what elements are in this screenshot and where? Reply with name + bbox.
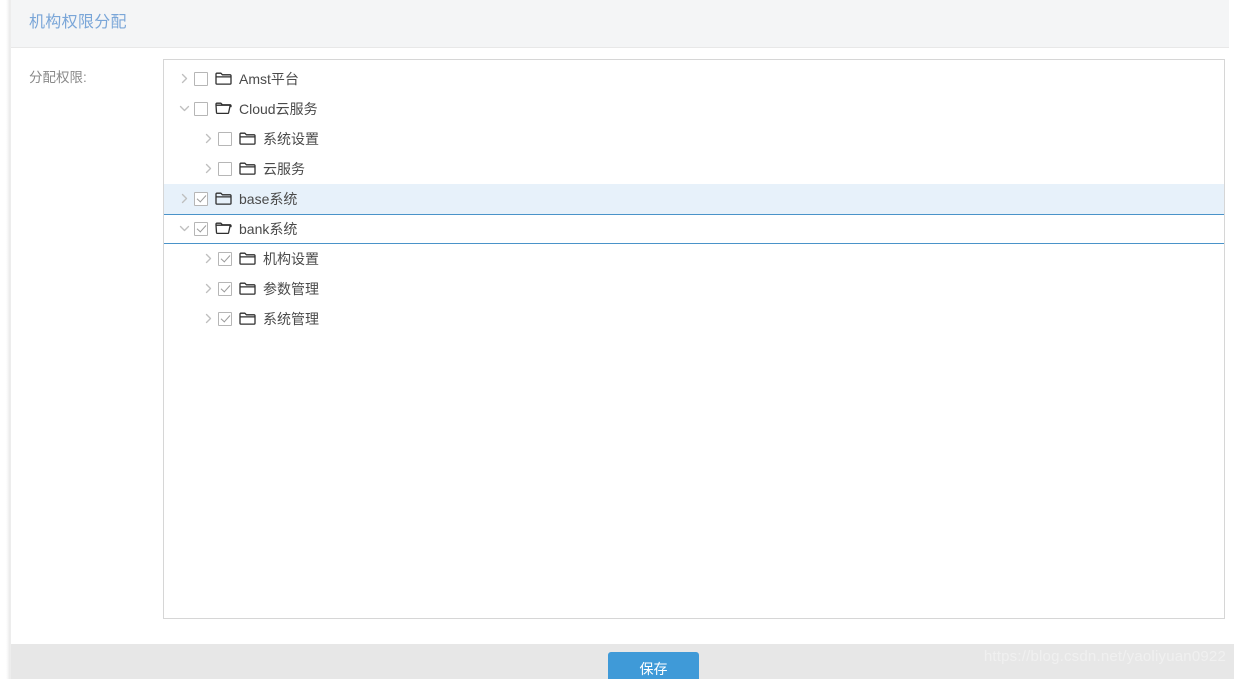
tree-node[interactable]: 机构设置 bbox=[163, 244, 1225, 274]
folder-closed-icon bbox=[239, 251, 257, 267]
tree-node-checkbox[interactable] bbox=[194, 192, 208, 206]
tree-node[interactable]: 系统设置 bbox=[163, 124, 1225, 154]
tree-node-label: bank系统 bbox=[239, 219, 297, 239]
page-title: 机构权限分配 bbox=[29, 12, 127, 34]
page-header: 机构权限分配 bbox=[11, 0, 1229, 48]
tree-node-checkbox[interactable] bbox=[194, 222, 208, 236]
folder-closed-icon bbox=[239, 281, 257, 297]
tree-node-label: 云服务 bbox=[263, 159, 305, 179]
folder-open-icon bbox=[215, 221, 233, 237]
chevron-right-icon[interactable] bbox=[200, 276, 217, 302]
tree-node[interactable]: Cloud云服务 bbox=[163, 94, 1225, 124]
chevron-right-icon[interactable] bbox=[176, 186, 193, 212]
folder-open-icon bbox=[215, 101, 233, 117]
folder-closed-icon bbox=[215, 191, 233, 207]
tree-node-checkbox[interactable] bbox=[218, 132, 232, 146]
tree-node-label: 参数管理 bbox=[263, 279, 319, 299]
chevron-right-icon[interactable] bbox=[200, 306, 217, 332]
chevron-down-icon[interactable] bbox=[176, 216, 193, 242]
tree-node[interactable]: bank系统 bbox=[163, 214, 1225, 244]
tree-node-label: Amst平台 bbox=[239, 69, 299, 89]
folder-closed-icon bbox=[215, 71, 233, 87]
save-button[interactable]: 保存 bbox=[608, 652, 699, 679]
tree-node-checkbox[interactable] bbox=[194, 72, 208, 86]
tree-node-checkbox[interactable] bbox=[218, 252, 232, 266]
chevron-down-icon[interactable] bbox=[176, 96, 193, 122]
tree-node-checkbox[interactable] bbox=[194, 102, 208, 116]
tree-node[interactable]: base系统 bbox=[163, 184, 1225, 214]
folder-closed-icon bbox=[239, 311, 257, 327]
tree-node-label: base系统 bbox=[239, 189, 297, 209]
permissions-label: 分配权限: bbox=[29, 66, 87, 86]
app-root: 机构权限分配 分配权限: Amst平台 Cloud云服务系统设置云服务 base系统… bbox=[0, 0, 1234, 679]
folder-closed-icon bbox=[239, 161, 257, 177]
folder-closed-icon bbox=[239, 131, 257, 147]
chevron-right-icon[interactable] bbox=[200, 246, 217, 272]
tree-node-label: 系统设置 bbox=[263, 129, 319, 149]
tree-node-label: Cloud云服务 bbox=[239, 99, 318, 119]
tree-node-label: 机构设置 bbox=[263, 249, 319, 269]
chevron-right-icon[interactable] bbox=[176, 66, 193, 92]
watermark-text: https://blog.csdn.net/yaoliyuan0922 bbox=[984, 648, 1226, 665]
chevron-right-icon[interactable] bbox=[200, 156, 217, 182]
tree-node-checkbox[interactable] bbox=[218, 312, 232, 326]
footer-bar: 保存 https://blog.csdn.net/yaoliyuan0922 bbox=[11, 644, 1234, 679]
tree-node-checkbox[interactable] bbox=[218, 282, 232, 296]
permission-tree-panel[interactable]: Amst平台 Cloud云服务系统设置云服务 base系统 bank系统机构设置参数管… bbox=[163, 59, 1225, 619]
tree-node-label: 系统管理 bbox=[263, 309, 319, 329]
page-panel: 机构权限分配 分配权限: Amst平台 Cloud云服务系统设置云服务 base系统… bbox=[11, 0, 1234, 679]
chevron-right-icon[interactable] bbox=[200, 126, 217, 152]
tree-node[interactable]: Amst平台 bbox=[163, 64, 1225, 94]
tree-node[interactable]: 系统管理 bbox=[163, 304, 1225, 334]
tree-node[interactable]: 参数管理 bbox=[163, 274, 1225, 304]
tree-node-checkbox[interactable] bbox=[218, 162, 232, 176]
permission-tree: Amst平台 Cloud云服务系统设置云服务 base系统 bank系统机构设置参数管… bbox=[164, 60, 1224, 334]
tree-node[interactable]: 云服务 bbox=[163, 154, 1225, 184]
